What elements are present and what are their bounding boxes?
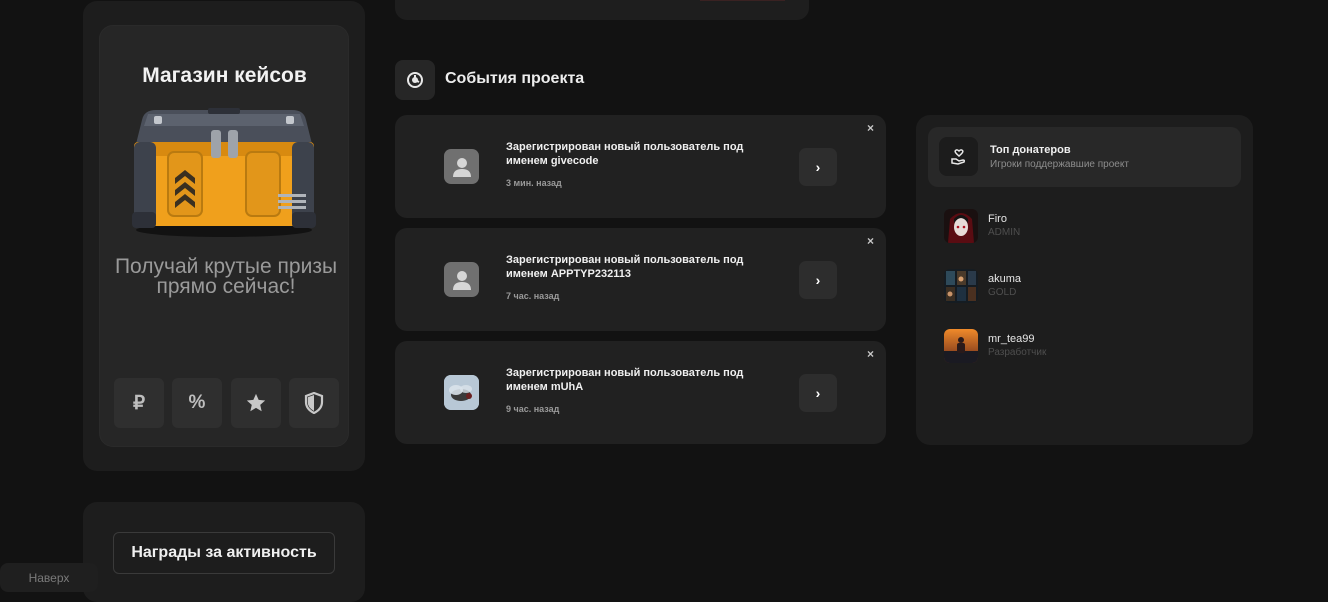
shield-icon (304, 392, 324, 414)
event-avatar (444, 149, 479, 184)
ruble-button[interactable]: ₽ (114, 378, 164, 428)
event-text: Зарегистрирован новый пользователь под и… (506, 367, 744, 393)
event-avatar (444, 375, 479, 410)
donor-role: GOLD (988, 287, 1017, 298)
event-text: Зарегистрирован новый пользователь под и… (506, 141, 744, 167)
top-donors-subtitle: Игроки поддержавшие проект (990, 159, 1129, 170)
star-icon (246, 393, 266, 412)
event-time: 3 мин. назад (506, 178, 562, 188)
custom-avatar (444, 375, 479, 410)
event-time: 9 час. назад (506, 404, 560, 414)
default-user-icon (452, 270, 471, 290)
percent-icon: % (188, 392, 206, 413)
donate-hand-icon (950, 148, 965, 165)
event-time: 7 час. назад (506, 291, 560, 301)
close-icon[interactable]: × (867, 121, 874, 135)
event-open-button[interactable]: › (799, 374, 837, 412)
donor-role: Разработчик (988, 347, 1047, 358)
case-shop-subtitle: Получай крутые призы прямо сейчас! (114, 255, 338, 298)
top-card-fragment (395, 0, 809, 20)
chevron-right-icon: › (815, 385, 821, 401)
events-title: События проекта (445, 70, 585, 87)
event-text: Зарегистрирован новый пользователь под и… (506, 254, 744, 280)
close-icon[interactable]: × (867, 347, 874, 361)
donor-avatar[interactable] (944, 269, 978, 303)
event-open-button[interactable]: › (799, 148, 837, 186)
top-card-accent (700, 0, 785, 1)
top-donors-title: Топ донатеров (990, 144, 1071, 156)
donor-avatar-image (944, 269, 978, 303)
star-button[interactable] (231, 378, 281, 428)
donor-avatar[interactable] (944, 329, 978, 363)
ruble-icon: ₽ (132, 392, 146, 414)
event-avatar (444, 262, 479, 297)
donor-avatar-image (944, 209, 978, 243)
chevron-right-icon: › (815, 159, 821, 175)
event-open-button[interactable]: › (799, 261, 837, 299)
default-user-icon (452, 157, 471, 177)
donor-name: mr_tea99 (988, 333, 1035, 345)
chevron-right-icon: › (815, 272, 821, 288)
activity-rewards-button[interactable]: Награды за активность (113, 532, 335, 574)
case-chest-image (132, 108, 316, 237)
close-icon[interactable]: × (867, 234, 874, 248)
clock-icon (407, 72, 423, 88)
donor-avatar-image (944, 329, 978, 363)
event-card: Зарегистрирован новый пользователь под и… (395, 228, 886, 331)
back-to-top-button[interactable]: Наверх (0, 563, 98, 592)
donor-avatar[interactable] (944, 209, 978, 243)
event-card: Зарегистрирован новый пользователь под и… (395, 115, 886, 218)
percent-button[interactable]: % (172, 378, 222, 428)
donor-role: ADMIN (988, 227, 1021, 238)
event-card: Зарегистрирован новый пользователь под и… (395, 341, 886, 444)
donor-name: Firo (988, 213, 1007, 225)
events-icon-box (395, 60, 435, 100)
shield-button[interactable] (289, 378, 339, 428)
donor-name: akuma (988, 273, 1022, 285)
donors-icon-box (939, 137, 978, 176)
case-shop-title: Магазин кейсов (142, 64, 307, 87)
